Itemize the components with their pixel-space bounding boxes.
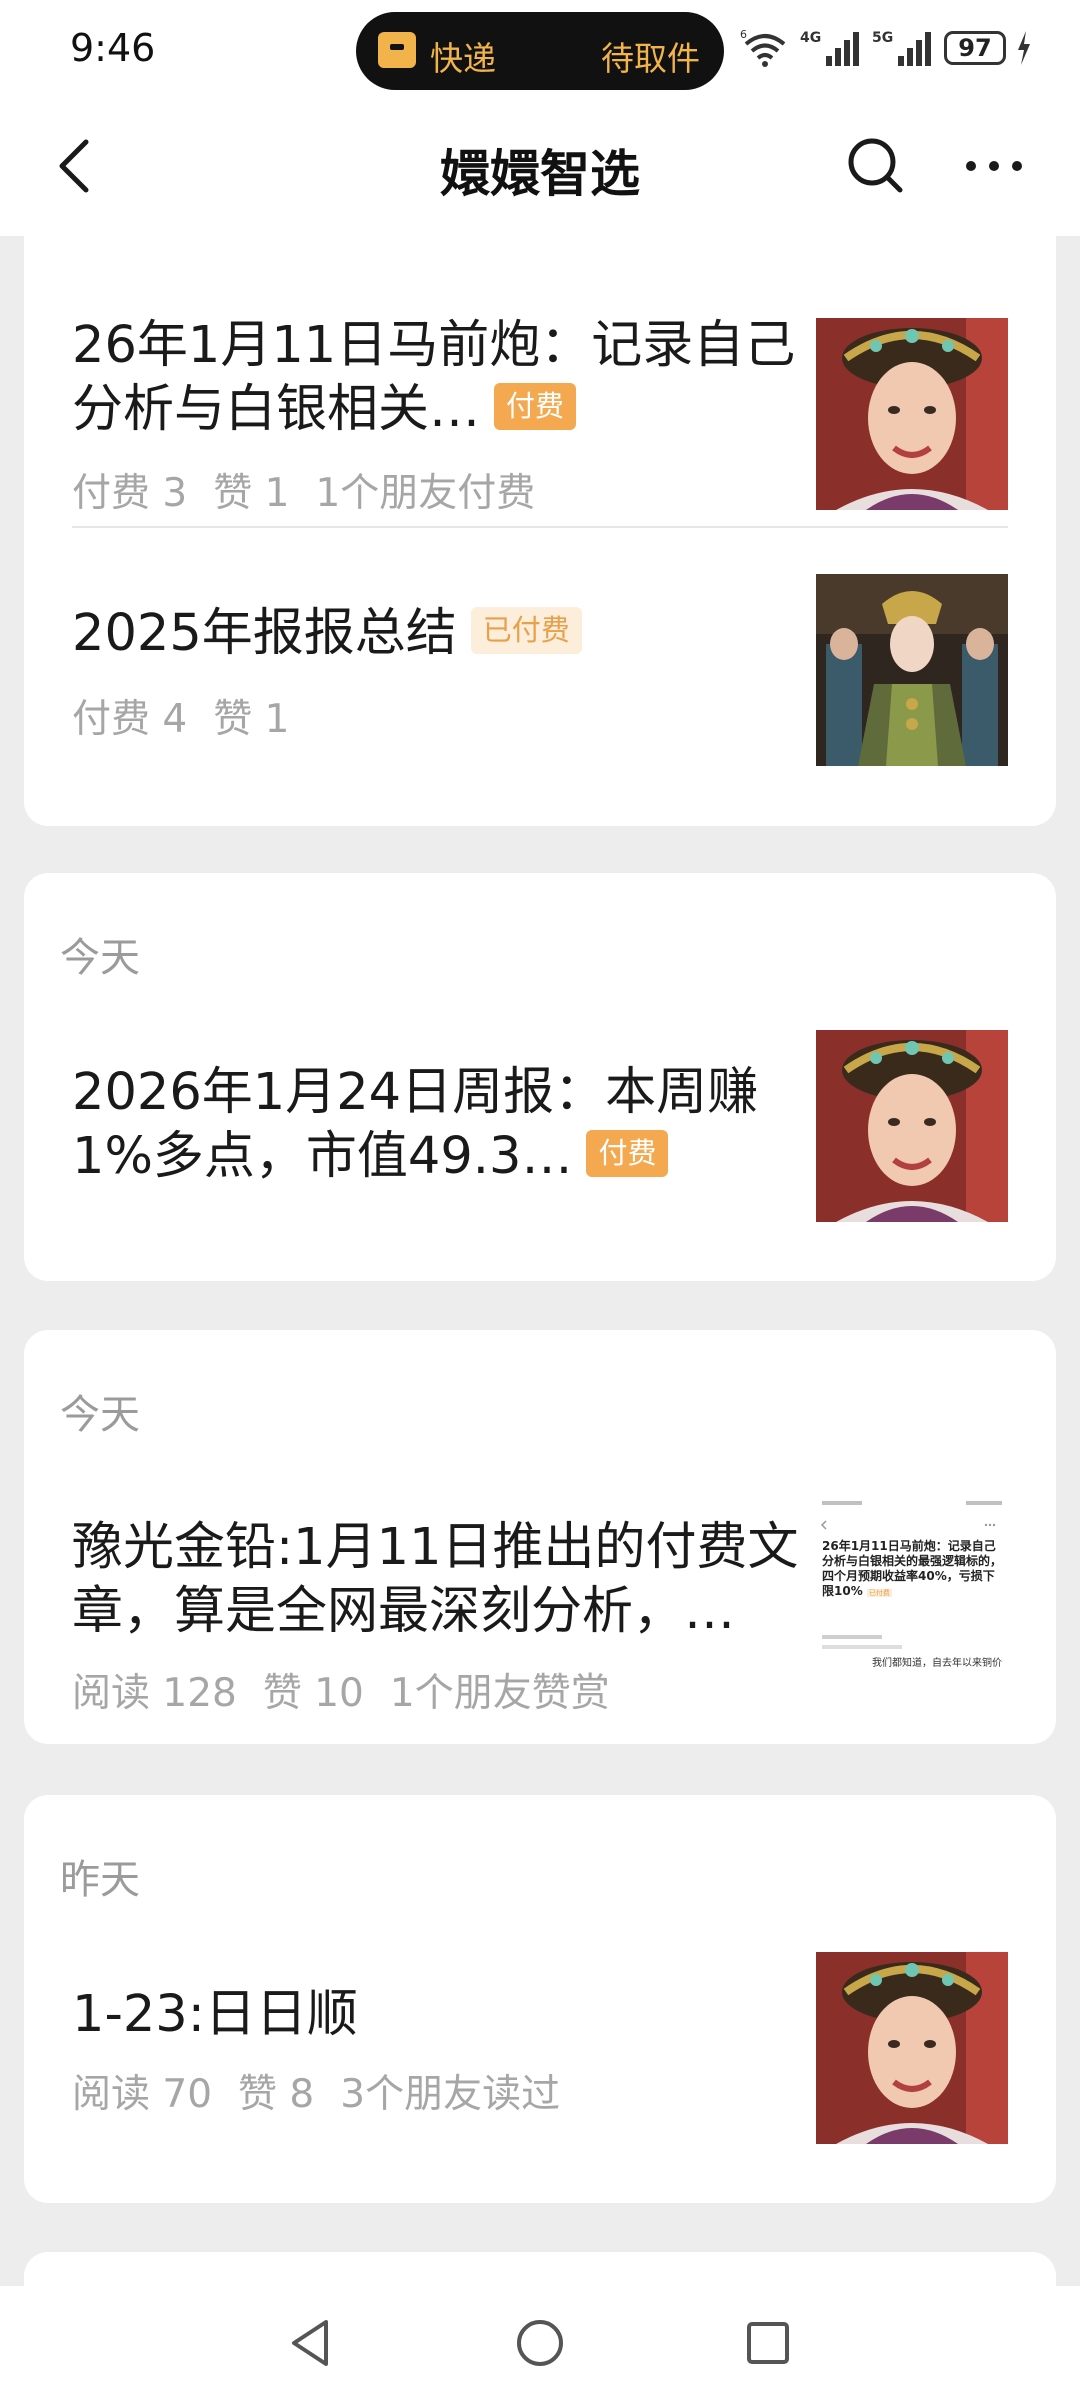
article-item[interactable]: 2025年报报总结 已付费 付费 4赞 1 — [24, 566, 1056, 766]
article-card: 今天 2026年1月24日周报：本周赚1%多点，市值49.3… 付费 — [24, 873, 1056, 1281]
status-bar: 9:46 快递 待取件 6 4G 5G 97 — [0, 0, 1080, 100]
circle-home-icon — [517, 2320, 563, 2366]
status-icons: 6 4G 5G 97 — [740, 26, 1032, 70]
svg-text:6: 6 — [740, 28, 747, 41]
signal-4g-icon: 4G — [800, 30, 859, 66]
portrait-thumbnail-icon — [816, 1030, 1008, 1222]
screenshot-thumbnail-icon: 26年1月11日马前炮：记录自己分析与白银相关的最强逻辑标的，四个月预期收益率4… — [816, 1495, 1008, 1687]
article-card: 昨天 1-23:日日顺 阅读 70 赞 8 3个朋友读过 — [24, 1795, 1056, 2203]
article-title: 2025年报报总结 已付费 — [72, 602, 812, 666]
article-title: 2026年1月24日周报：本周赚1%多点，市值49.3… 付费 — [72, 1063, 759, 1186]
express-pill[interactable]: 快递 待取件 — [356, 12, 724, 90]
system-recents-button[interactable] — [728, 2308, 808, 2378]
nav-header: 嬛嬛智选 — [0, 100, 1080, 236]
signal-5g-icon: 5G — [872, 30, 931, 66]
court-scene-thumbnail-icon — [816, 574, 1008, 766]
date-group-label: 今天 — [60, 1392, 140, 1438]
article-item[interactable]: 26年1月11日马前炮：记录自己分析与白银相关… 付费 付费 3赞 1 1个朋友付费 — [24, 276, 1056, 516]
square-recents-icon — [747, 2322, 789, 2364]
portrait-thumbnail-icon — [816, 1952, 1008, 2144]
package-icon — [378, 32, 416, 68]
purchased-tag: 已付费 — [470, 606, 582, 654]
article-thumbnail — [816, 1030, 1008, 1222]
article-divider — [72, 526, 1008, 528]
article-item[interactable]: 豫光金铅:1月11日推出的付费文章，算是全网最深刻分析，… 阅读 128 赞 10… — [24, 1480, 1056, 1720]
svg-text:4G: 4G — [800, 30, 821, 46]
battery-icon: 97 — [944, 31, 1006, 65]
svg-text:5G: 5G — [872, 30, 893, 46]
article-title: 豫光金铅:1月11日推出的付费文章，算是全网最深刻分析，… — [72, 1518, 799, 1641]
article-item[interactable]: 2026年1月24日周报：本周赚1%多点，市值49.3… 付费 — [24, 1023, 1056, 1243]
date-group-label: 昨天 — [60, 1857, 140, 1903]
system-home-button[interactable] — [500, 2308, 580, 2378]
article-screenshot-thumbnail: 26年1月11日马前炮：记录自己分析与白银相关的最强逻辑标的，四个月预期收益率4… — [816, 1495, 1008, 1687]
paid-tag: 付费 — [494, 382, 577, 430]
more-dots-icon — [966, 161, 1022, 171]
paid-tag: 付费 — [586, 1129, 669, 1177]
article-meta: 付费 4赞 1 — [72, 697, 290, 742]
express-label: 快递 — [430, 39, 496, 78]
wifi-icon: 6 — [740, 28, 786, 67]
article-title: 26年1月11日马前炮：记录自己分析与白银相关… 付费 — [72, 316, 796, 439]
portrait-thumbnail-icon — [816, 318, 1008, 510]
article-title: 1-23:日日顺 — [72, 1985, 358, 2044]
page-title: 嬛嬛智选 — [440, 145, 640, 203]
article-meta: 付费 3赞 1 1个朋友付费 — [72, 471, 536, 516]
article-thumbnail — [816, 1952, 1008, 2144]
triangle-back-icon — [292, 2320, 328, 2366]
system-nav-bar — [0, 2286, 1080, 2400]
article-thumbnail — [816, 318, 1008, 510]
article-meta: 阅读 128 赞 10 1个朋友赞赏 — [72, 1671, 610, 1716]
article-thumbnail — [816, 574, 1008, 766]
charging-icon — [1018, 31, 1030, 65]
status-time: 9:46 — [70, 26, 156, 70]
pickup-label: 待取件 — [601, 39, 700, 78]
article-card: 26年1月11日马前炮：记录自己分析与白银相关… 付费 付费 3赞 1 1个朋友付费 — [24, 236, 1056, 826]
article-item[interactable]: 1-23:日日顺 阅读 70 赞 8 3个朋友读过 — [24, 1945, 1056, 2165]
article-card: 今天 豫光金铅:1月11日推出的付费文章，算是全网最深刻分析，… 阅读 128 赞… — [24, 1330, 1056, 1744]
more-button[interactable] — [954, 126, 1034, 206]
article-meta: 阅读 70 赞 8 3个朋友读过 — [72, 2072, 561, 2117]
search-button[interactable] — [836, 126, 916, 206]
date-group-label: 今天 — [60, 935, 140, 981]
search-icon — [848, 138, 903, 193]
system-back-button[interactable] — [270, 2308, 350, 2378]
